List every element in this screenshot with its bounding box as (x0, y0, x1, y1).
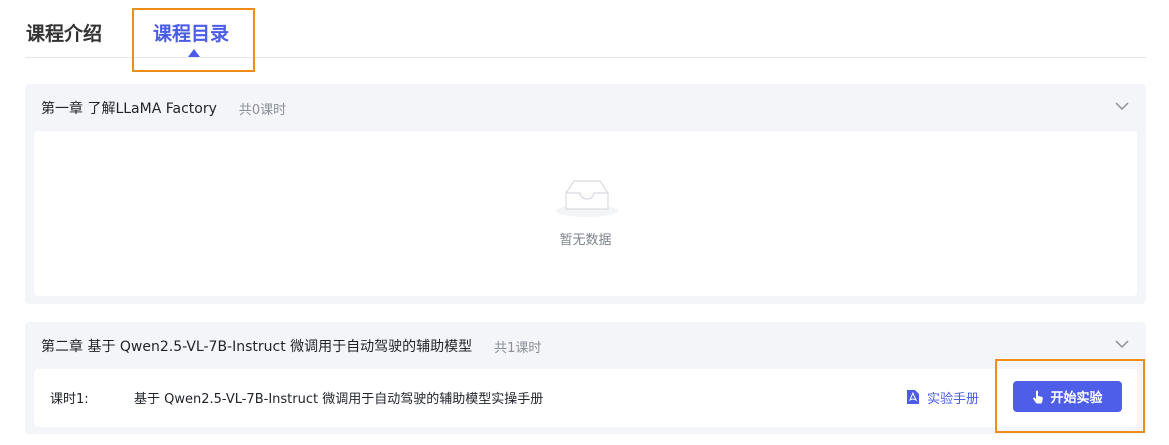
lab-manual-label: 实验手册 (927, 391, 980, 407)
tab-course-intro[interactable]: 课程介绍 (26, 20, 102, 48)
chapter-body: 暂无数据 (34, 131, 1137, 296)
start-lab-label: 开始实验 (1050, 391, 1103, 406)
chapter-lesson-count: 共0课时 (238, 102, 287, 118)
tab-bar: 课程介绍 课程目录 (25, 0, 1146, 58)
chapter-lesson-count: 共1课时 (494, 340, 542, 356)
pdf-file-icon (907, 390, 919, 404)
chapter-title: 第一章 了解LLaMA Factory (41, 101, 217, 117)
hand-pointer-icon (1033, 390, 1044, 403)
start-lab-button[interactable]: 开始实验 (1013, 381, 1122, 412)
lab-manual-link[interactable]: 实验手册 (906, 386, 979, 408)
lesson-title: 基于 Qwen2.5-VL-7B-Instruct 微调用于自动驾驶的辅助模型实… (134, 392, 544, 407)
lesson-row: 课时1: 基于 Qwen2.5-VL-7B-Instruct 微调用于自动驾驶的… (34, 369, 1137, 427)
empty-inbox-icon (556, 180, 618, 217)
empty-state-text: 暂无数据 (559, 233, 612, 248)
active-tab-indicator (188, 49, 200, 57)
chevron-down-icon[interactable] (1114, 98, 1130, 114)
lesson-label: 课时1: (50, 392, 89, 407)
chevron-down-icon[interactable] (1114, 336, 1130, 352)
chapter-title: 第二章 基于 Qwen2.5-VL-7B-Instruct 微调用于自动驾驶的辅… (41, 339, 473, 355)
chapter-header[interactable]: 第二章 基于 Qwen2.5-VL-7B-Instruct 微调用于自动驾驶的辅… (41, 336, 541, 356)
chapter-header[interactable]: 第一章 了解LLaMA Factory 共0课时 (41, 98, 286, 118)
chapter-2: 第二章 基于 Qwen2.5-VL-7B-Instruct 微调用于自动驾驶的辅… (25, 322, 1146, 434)
tab-course-catalog[interactable]: 课程目录 (153, 20, 229, 48)
chapter-1: 第一章 了解LLaMA Factory 共0课时 暂无数据 (25, 84, 1146, 304)
